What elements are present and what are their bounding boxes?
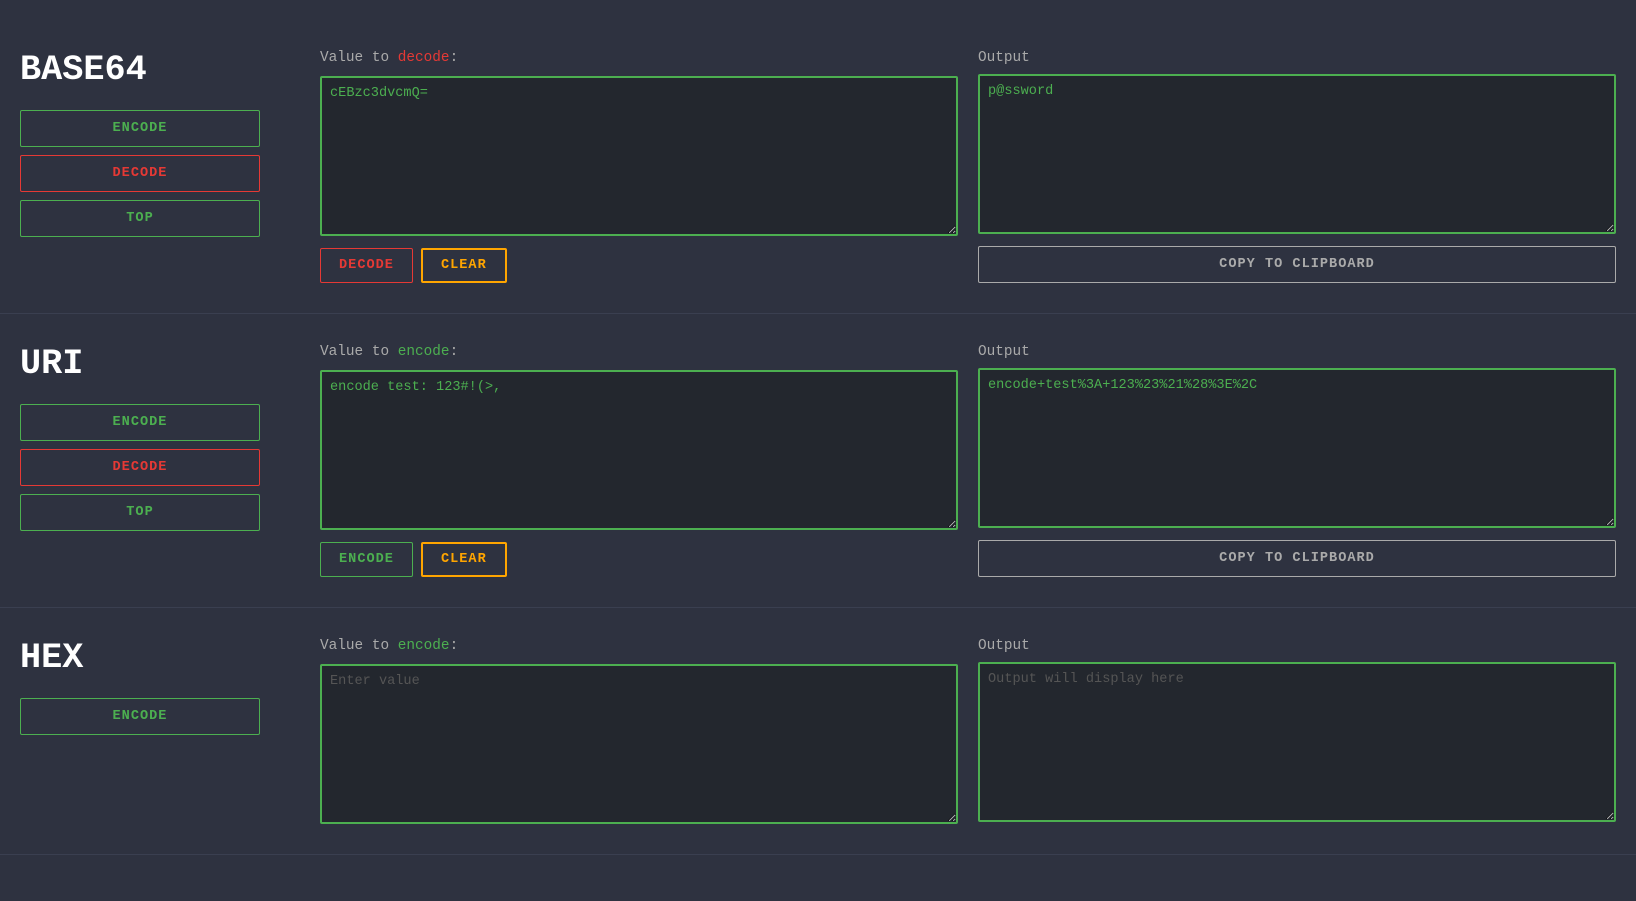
uri-left-panel: URI ENCODE DECODE TOP [20,344,320,577]
hex-btn-group: ENCODE [20,698,300,735]
base64-action-decode-button[interactable]: DECODE [320,248,413,283]
hex-input-col: Value to encode: [320,638,958,824]
uri-input-label-pre: Value to [320,344,398,360]
hex-left-panel: HEX ENCODE [20,638,320,824]
hex-section: HEX ENCODE Value to encode: Output [0,608,1636,855]
hex-output-label: Output [978,638,1616,654]
base64-action-buttons: DECODE CLEAR [320,248,958,283]
base64-left-panel: BASE64 ENCODE DECODE TOP [20,50,320,283]
uri-output-col: Output encode+test%3A+123%23%21%28%3E%2C… [978,344,1616,577]
hex-input-label-post: : [450,638,459,654]
base64-input-label: Value to decode: [320,50,958,66]
base64-copy-button[interactable]: COPY TO CLIPBOARD [978,246,1616,283]
base64-section: BASE64 ENCODE DECODE TOP Value to decode… [0,20,1636,314]
uri-action-clear-button[interactable]: CLEAR [421,542,507,577]
page-container: BASE64 ENCODE DECODE TOP Value to decode… [0,0,1636,875]
base64-right-panel: Value to decode: cEBzc3dvcmQ= DECODE CLE… [320,50,1616,283]
base64-output-textarea[interactable]: p@ssword [978,74,1616,234]
base64-title: BASE64 [20,50,300,90]
base64-top-button[interactable]: TOP [20,200,260,237]
base64-input-label-post: : [450,50,459,66]
base64-output-col: Output p@ssword COPY TO CLIPBOARD [978,50,1616,283]
uri-input-label-post: : [450,344,459,360]
uri-decode-button[interactable]: DECODE [20,449,260,486]
uri-top-button[interactable]: TOP [20,494,260,531]
base64-encode-button[interactable]: ENCODE [20,110,260,147]
uri-title: URI [20,344,300,384]
uri-input-label-action: encode [398,344,450,360]
base64-decode-button[interactable]: DECODE [20,155,260,192]
hex-input-label-action: encode [398,638,450,654]
hex-title: HEX [20,638,300,678]
uri-input-textarea[interactable]: encode test: 123#!(>, [320,370,958,530]
uri-section: URI ENCODE DECODE TOP Value to encode: e… [0,314,1636,608]
uri-action-buttons: ENCODE CLEAR [320,542,958,577]
hex-output-col: Output [978,638,1616,824]
uri-copy-button[interactable]: COPY TO CLIPBOARD [978,540,1616,577]
hex-input-label-pre: Value to [320,638,398,654]
uri-io-row: Value to encode: encode test: 123#!(>, E… [320,344,1616,577]
hex-output-textarea[interactable] [978,662,1616,822]
base64-io-row: Value to decode: cEBzc3dvcmQ= DECODE CLE… [320,50,1616,283]
base64-output-label: Output [978,50,1616,66]
base64-action-clear-button[interactable]: CLEAR [421,248,507,283]
base64-input-col: Value to decode: cEBzc3dvcmQ= DECODE CLE… [320,50,958,283]
uri-btn-group: ENCODE DECODE TOP [20,404,300,531]
hex-input-textarea[interactable] [320,664,958,824]
base64-input-label-action: decode [398,50,450,66]
base64-input-textarea[interactable]: cEBzc3dvcmQ= [320,76,958,236]
uri-input-label: Value to encode: [320,344,958,360]
uri-output-textarea[interactable]: encode+test%3A+123%23%21%28%3E%2C [978,368,1616,528]
base64-btn-group: ENCODE DECODE TOP [20,110,300,237]
hex-io-row: Value to encode: Output [320,638,1616,824]
base64-input-label-pre: Value to [320,50,398,66]
uri-action-encode-button[interactable]: ENCODE [320,542,413,577]
hex-encode-button[interactable]: ENCODE [20,698,260,735]
uri-input-col: Value to encode: encode test: 123#!(>, E… [320,344,958,577]
uri-encode-button[interactable]: ENCODE [20,404,260,441]
uri-output-label: Output [978,344,1616,360]
hex-input-label: Value to encode: [320,638,958,654]
hex-right-panel: Value to encode: Output [320,638,1616,824]
uri-right-panel: Value to encode: encode test: 123#!(>, E… [320,344,1616,577]
